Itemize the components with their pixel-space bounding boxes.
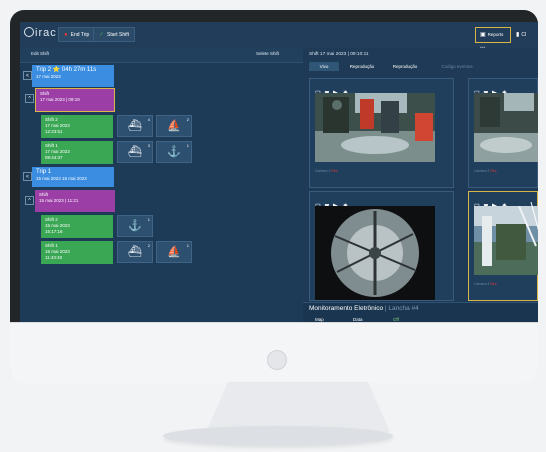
event-tile[interactable]: ⚓ 1 <box>156 141 192 163</box>
tab-live[interactable]: Vivo <box>309 62 339 71</box>
shift-card[interactable]: Shift 15 mai 2023 | 11:21 <box>35 190 115 212</box>
sub-shift-time: 15:17:16 <box>45 229 63 234</box>
event-count: 2 <box>147 243 150 248</box>
trip-date: 17 mai 2023 <box>36 74 61 79</box>
footer-subtitle: | Lancha #4 <box>383 305 419 312</box>
logo-ring-icon <box>24 27 34 37</box>
camera-name: Camera 4 <box>474 282 490 286</box>
check-icon: ✓ <box>99 32 105 38</box>
event-tile[interactable]: ⛴ 2 <box>117 241 153 263</box>
trip-date: 15 mai 2023 15 mai 2023 <box>36 176 87 181</box>
camera-toolbar: ◻◙▶✷ <box>474 82 511 97</box>
event-tile[interactable]: ⛵ 2 <box>156 115 192 137</box>
sub-shift-card[interactable]: Shift 1 17 mai 2023 09:44:37 <box>41 141 113 164</box>
sub-shift-card[interactable]: Shift 2 17 mai 2023 12:23:51 <box>41 115 113 138</box>
camera-toolbar: ◻◙▶✷ <box>474 195 511 210</box>
app-screen: irac ●End Trip ✓Start Shift ▣Reports (5)… <box>20 22 538 324</box>
camera-feed-2[interactable] <box>474 93 538 162</box>
trip-title: Trip 2 ⭐ 04h 27m 11s <box>36 67 97 73</box>
video-panel: Shift 17 mai 2023 | 09:10:11 Vivo Reprod… <box>303 48 538 324</box>
camera-toolbar: ◻◙▶✷ <box>315 195 352 210</box>
callout-line <box>530 202 538 231</box>
video-tabs: Vivo Reprodução Reprodução Codigo evento… <box>307 62 538 71</box>
trip-collapse-toggle[interactable]: < <box>23 172 32 181</box>
boat-crew-icon: ⛴ <box>128 246 142 258</box>
footer-title-text: Monitoramento Eletrônico <box>309 305 384 312</box>
trips-panel-header: Edit Shift Selete Shift <box>20 48 303 63</box>
camera-status: Rec <box>490 169 497 173</box>
close-button[interactable]: ▮ Cl <box>516 27 526 43</box>
sub-shift-card[interactable]: Shift 2 15 mai 2023 15:17:16 <box>41 215 113 238</box>
reports-icon: ▣ <box>480 32 486 38</box>
end-trip-button[interactable]: ● End Trip <box>58 27 96 42</box>
end-trip-label: End Trip <box>70 32 90 38</box>
event-tile[interactable]: ⚓ 1 <box>117 215 153 237</box>
event-tile[interactable]: ⛵ 1 <box>156 241 192 263</box>
sub-shift-time: 12:23:51 <box>45 129 63 134</box>
trip-card[interactable]: Trip 1 15 mai 2023 15 mai 2023 <box>32 167 114 187</box>
camera-status: Rec <box>331 169 338 173</box>
monitoring-footer: Monitoramento Eletrônico | Lancha #4 Map… <box>303 302 538 324</box>
stop-icon: ● <box>64 32 68 38</box>
boat-crew-icon: ⛴ <box>128 120 142 132</box>
camera-tile-4[interactable]: ◻◙▶✷ Camera 4 Rec <box>468 191 538 301</box>
event-count: 2 <box>186 117 189 122</box>
fishing-net-icon: ⚓ <box>128 220 142 232</box>
event-count: 1 <box>186 243 189 248</box>
close-icon: ▮ <box>516 32 520 38</box>
monitor-stand-neck <box>206 382 390 432</box>
camera-feed-1[interactable] <box>315 93 435 162</box>
camera-tile-1[interactable]: ◻◙▶✷ Camera 1 Rec <box>309 78 454 188</box>
tab-playback-2[interactable]: Reprodução <box>385 62 425 71</box>
event-count: 1 <box>186 143 189 148</box>
event-count: 4 <box>147 117 150 122</box>
shift-collapse-toggle[interactable]: ^ <box>25 196 34 205</box>
event-tile[interactable]: ⛴ 3 <box>117 141 153 163</box>
shift-date: 17 mai 2023 | 09:19 <box>40 97 80 102</box>
event-count: 3 <box>147 143 150 148</box>
event-tile[interactable]: ⛴ 4 <box>117 115 153 137</box>
top-bar: irac ●End Trip ✓Start Shift ▣Reports (5)… <box>20 22 538 51</box>
event-count: 1 <box>147 217 150 222</box>
camera-tile-3[interactable]: ◻◙▶✷ <box>309 191 454 301</box>
camera-name: Camera 1 <box>315 169 331 173</box>
close-label: Cl <box>521 32 527 38</box>
shift-date: 15 mai 2023 | 11:21 <box>39 198 79 203</box>
shift-card[interactable]: Shift 17 mai 2023 | 09:19 <box>35 88 115 112</box>
sub-shift-time: 11:43:40 <box>45 255 63 260</box>
camera-tile-2[interactable]: ◻◙▶✷ Camera 2 Rec <box>468 78 538 188</box>
sub-shift-time: 09:44:37 <box>45 155 63 160</box>
power-button[interactable] <box>267 350 287 370</box>
fish-catch-icon: ⛵ <box>167 120 181 132</box>
boat-crew-icon: ⛴ <box>128 146 142 158</box>
camera-name: Camera 2 <box>474 169 490 173</box>
trip-collapse-toggle[interactable]: < <box>23 71 32 80</box>
session-title: Shift 17 mai 2023 | 09:10:11 <box>309 52 369 57</box>
logo-text: irac <box>35 27 57 39</box>
trip-card[interactable]: Trip 2 ⭐ 04h 27m 11s 17 mai 2023 <box>32 65 114 87</box>
trips-panel: Edit Shift Selete Shift < Trip 2 ⭐ 04h 2… <box>20 48 303 324</box>
shift-collapse-toggle[interactable]: ^ <box>25 94 34 103</box>
trip-title: Trip 1 <box>36 169 52 175</box>
camera-toolbar: ◻◙▶✷ <box>315 82 352 97</box>
start-shift-button[interactable]: ✓ Start Shift <box>93 27 135 42</box>
start-shift-label: Start Shift <box>107 32 129 38</box>
camera-status: Rec <box>490 282 497 286</box>
camera-label: Camera 1 Rec <box>315 169 338 173</box>
tab-playback-1[interactable]: Reprodução <box>342 62 382 71</box>
camera-label: Camera 2 Rec <box>474 169 497 173</box>
camera-feed-3[interactable] <box>315 206 435 300</box>
sub-shift-card[interactable]: Shift 1 15 mai 2023 11:43:40 <box>41 241 113 264</box>
footer-title: Monitoramento Eletrônico | Lancha #4 <box>309 305 419 312</box>
monitor-stand-base <box>163 426 393 446</box>
fishing-net-icon: ⚓ <box>167 146 181 158</box>
fish-catch-icon: ⛵ <box>167 246 181 258</box>
tab-event-codes[interactable]: Codigo eventos <box>427 62 487 71</box>
camera-label: Camera 4 Rec <box>474 282 497 286</box>
app-logo: irac <box>24 27 57 39</box>
reports-button[interactable]: ▣Reports (5) <box>475 27 511 51</box>
select-shift-button[interactable]: Selete Shift <box>256 51 279 56</box>
edit-shift-button[interactable]: Edit Shift <box>31 51 49 56</box>
